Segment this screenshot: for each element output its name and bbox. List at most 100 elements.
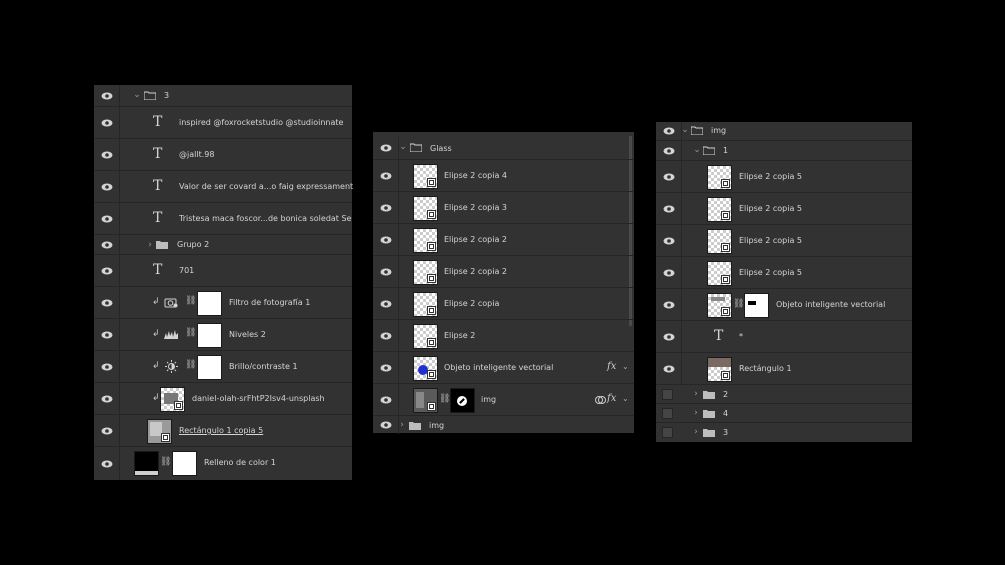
eye-icon[interactable] [94, 255, 120, 287]
eye-icon[interactable] [656, 122, 682, 140]
layer-row-smart-object[interactable]: Rectángulo 1 [656, 352, 912, 385]
layer-thumbnail[interactable] [413, 292, 438, 317]
eye-icon[interactable] [656, 257, 682, 289]
layer-row-ellipse[interactable]: Elipse 2 copia 5 [656, 256, 912, 289]
layer-row-ellipse[interactable]: Elipse 2 copia 5 [656, 160, 912, 193]
eye-icon[interactable] [94, 171, 120, 203]
layer-row-image[interactable]: ⛓ img fx ⌄ [373, 383, 634, 416]
visibility-toggle[interactable] [662, 389, 673, 400]
layer-row-ellipse[interactable]: Elipse 2 copia 3 [373, 191, 634, 224]
layer-thumbnail[interactable] [147, 419, 172, 444]
chevron-right-icon[interactable]: › [691, 389, 701, 399]
layer-row-text[interactable]: T inspired @foxrocketstudio @studioinnat… [94, 106, 352, 139]
layer-row-adjustment[interactable]: ↲ ⛓ Niveles 2 [94, 318, 352, 351]
eye-icon[interactable] [94, 139, 120, 171]
chevron-down-icon[interactable]: ⌄ [132, 90, 142, 100]
layer-mask-thumbnail[interactable] [172, 451, 197, 476]
layer-row-smart-object[interactable]: Rectángulo 1 copia 5 [94, 414, 352, 447]
eye-icon[interactable] [656, 193, 682, 225]
layer-row-adjustment[interactable]: ↲ ⛓ Brillo/contraste 1 [94, 350, 352, 383]
layer-thumbnail[interactable] [707, 261, 732, 286]
layer-thumbnail[interactable] [160, 387, 185, 412]
layer-thumbnail[interactable] [413, 196, 438, 221]
eye-icon[interactable] [373, 256, 399, 288]
layer-row-ellipse[interactable]: Elipse 2 copia 2 [373, 255, 634, 288]
layer-thumbnail[interactable] [413, 228, 438, 253]
layer-row-fill[interactable]: ⛓ Relleno de color 1 [94, 446, 352, 480]
chevron-right-icon[interactable]: › [691, 427, 701, 437]
eye-icon[interactable] [94, 415, 120, 447]
layer-mask-thumbnail[interactable] [744, 293, 769, 318]
visibility-toggle[interactable] [662, 408, 673, 419]
eye-icon[interactable] [373, 416, 399, 434]
link-icon[interactable]: ⛓ [185, 360, 196, 370]
eye-icon[interactable] [94, 203, 120, 235]
eye-icon[interactable] [656, 141, 682, 161]
chevron-down-icon[interactable]: ⌄ [622, 394, 629, 403]
link-icon[interactable]: ⛓ [733, 299, 744, 309]
layer-row-group-img[interactable]: ⌄ img [656, 122, 912, 140]
layer-row-ellipse[interactable]: Elipse 2 copia 5 [656, 224, 912, 257]
layer-row-ellipse[interactable]: Elipse 2 copia 2 [373, 223, 634, 256]
chevron-down-icon[interactable]: ⌄ [622, 362, 629, 371]
layer-row-smart-vector[interactable]: Objeto inteligente vectorial fx ⌄ [373, 351, 634, 384]
layer-row-group-hidden[interactable]: › 4 [656, 403, 912, 423]
eye-icon[interactable] [373, 352, 399, 384]
layer-thumbnail[interactable] [707, 229, 732, 254]
layer-row-smart-vector[interactable]: ⛓ Objeto inteligente vectorial [656, 288, 912, 321]
layer-thumbnail[interactable] [707, 357, 732, 382]
eye-icon[interactable] [94, 319, 120, 351]
eye-icon[interactable] [373, 192, 399, 224]
chevron-down-icon[interactable]: ⌄ [680, 125, 690, 135]
eye-icon[interactable] [373, 137, 399, 159]
layer-row-text[interactable]: T @jallt.98 [94, 138, 352, 171]
eye-icon[interactable] [94, 447, 120, 480]
layer-row-ellipse[interactable]: Elipse 2 [373, 319, 634, 352]
layer-row-text[interactable]: T Valor de ser covard a...o faig express… [94, 170, 353, 203]
layer-thumbnail[interactable] [707, 293, 732, 318]
fx-effects-icon[interactable]: fx [607, 393, 616, 404]
layer-row-ellipse[interactable]: Elipse 2 copia 4 [373, 159, 634, 192]
chevron-right-icon[interactable]: › [145, 240, 155, 250]
layer-row-adjustment[interactable]: ↲ ⛓ Filtro de fotografía 1 [94, 286, 352, 319]
layer-row-text[interactable]: T 701 [94, 254, 352, 287]
eye-icon[interactable] [373, 320, 399, 352]
chevron-down-icon[interactable]: ⌄ [398, 142, 408, 152]
eye-icon[interactable] [656, 353, 682, 385]
link-icon[interactable]: ⛓ [439, 394, 450, 404]
fx-effects-icon[interactable]: fx [607, 361, 616, 372]
eye-icon[interactable] [656, 289, 682, 321]
layer-thumbnail[interactable] [707, 197, 732, 222]
eye-icon[interactable] [94, 383, 120, 415]
eye-icon[interactable] [94, 85, 120, 106]
eye-icon[interactable] [94, 351, 120, 383]
layer-mask-thumbnail[interactable] [450, 388, 475, 413]
layer-row-group-hidden[interactable]: › 2 [656, 384, 912, 404]
eye-icon[interactable] [656, 225, 682, 257]
eye-icon[interactable] [656, 321, 682, 353]
layer-row-group-hidden[interactable]: › 3 [656, 422, 912, 442]
fill-color-thumbnail[interactable] [134, 451, 159, 476]
layer-thumbnail[interactable] [413, 356, 438, 381]
layer-row-group-1[interactable]: ⌄ 1 [656, 140, 912, 161]
eye-icon[interactable] [94, 287, 120, 319]
eye-icon[interactable] [94, 107, 120, 139]
layer-mask-thumbnail[interactable] [197, 291, 222, 316]
layer-row-group[interactable]: › Grupo 2 [94, 234, 352, 255]
visibility-toggle[interactable] [662, 427, 673, 438]
eye-icon[interactable] [94, 235, 120, 255]
eye-icon[interactable] [373, 384, 399, 416]
link-icon[interactable]: ⛓ [185, 328, 196, 338]
layer-row-text[interactable]: T * [656, 320, 912, 353]
layer-mask-thumbnail[interactable] [197, 323, 222, 348]
layer-row-image[interactable]: ↲ daniel-olah-srFhtP2Isv4-unsplash [94, 382, 352, 415]
layer-row-group-glass[interactable]: ⌄ Glass [373, 137, 634, 159]
chevron-right-icon[interactable]: › [397, 420, 407, 430]
eye-icon[interactable] [656, 161, 682, 193]
layer-row-ellipse[interactable]: Elipse 2 copia [373, 287, 634, 320]
eye-icon[interactable] [373, 160, 399, 192]
chevron-right-icon[interactable]: › [691, 408, 701, 418]
eye-icon[interactable] [373, 288, 399, 320]
layer-row-text[interactable]: T Tristesa maca foscor...de bonica soled… [94, 202, 352, 235]
layer-mask-thumbnail[interactable] [197, 355, 222, 380]
